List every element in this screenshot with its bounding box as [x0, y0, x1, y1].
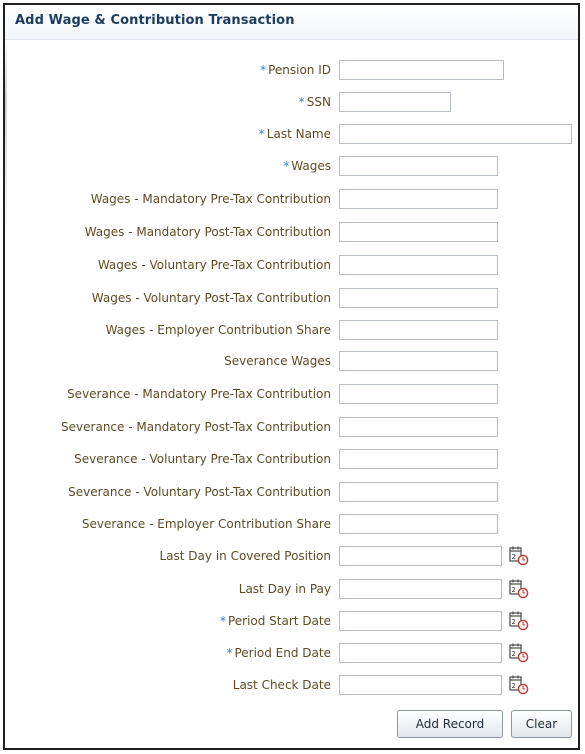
field-row-severance-mandatory-post-tax: Severance - Mandatory Post-Tax Contribut…: [5, 417, 578, 439]
field-row-severance-employer-share: Severance - Employer Contribution Share: [5, 514, 578, 536]
calendar-clock-icon[interactable]: 2: [508, 643, 530, 663]
required-marker: *: [283, 159, 290, 173]
field-row-wages-voluntary-post-tax: Wages - Voluntary Post-Tax Contribution: [5, 288, 578, 310]
field-row-last-check: Last Check Date 2: [5, 675, 578, 697]
last-name-label: * Last Name: [258, 127, 331, 141]
period-end-input[interactable]: [339, 643, 502, 663]
wages-voluntary-post-tax-label: Wages - Voluntary Post-Tax Contribution: [91, 291, 331, 305]
field-row-period-start: * Period Start Date 2: [5, 611, 578, 633]
calendar-clock-icon[interactable]: 2: [508, 675, 530, 695]
svg-text:2: 2: [512, 586, 516, 594]
field-row-severance-voluntary-post-tax: Severance - Voluntary Post-Tax Contribut…: [5, 482, 578, 504]
severance-employer-share-label: Severance - Employer Contribution Share: [81, 517, 331, 531]
field-row-wages: * Wages: [5, 156, 578, 178]
field-row-ssn: * SSN: [5, 92, 578, 114]
last-check-input[interactable]: [339, 675, 502, 695]
pension-id-label: * Pension ID: [260, 63, 331, 77]
wages-mandatory-pre-tax-label: Wages - Mandatory Pre-Tax Contribution: [90, 192, 331, 206]
required-marker: *: [260, 63, 267, 77]
required-marker: *: [219, 614, 226, 628]
calendar-clock-icon[interactable]: 2: [508, 579, 530, 599]
severance-mandatory-post-tax-input[interactable]: [339, 417, 498, 437]
severance-voluntary-post-tax-input[interactable]: [339, 482, 498, 502]
severance-voluntary-post-tax-label: Severance - Voluntary Post-Tax Contribut…: [68, 485, 331, 499]
required-marker: *: [258, 127, 265, 141]
severance-wages-label: Severance Wages: [224, 354, 331, 368]
clear-button[interactable]: Clear: [511, 710, 572, 738]
last-day-covered-input[interactable]: [339, 546, 502, 566]
last-day-pay-label: Last Day in Pay: [238, 582, 331, 596]
ssn-label: * SSN: [298, 95, 331, 109]
panel-header: Add Wage & Contribution Transaction: [5, 5, 578, 40]
svg-text:2: 2: [512, 553, 516, 561]
svg-text:2: 2: [512, 618, 516, 626]
wages-voluntary-post-tax-input[interactable]: [339, 288, 498, 308]
field-row-severance-wages: Severance Wages: [5, 351, 578, 373]
field-row-severance-voluntary-pre-tax: Severance - Voluntary Pre-Tax Contributi…: [5, 449, 578, 471]
wages-employer-share-input[interactable]: [339, 320, 498, 340]
period-end-label: * Period End Date: [226, 646, 331, 660]
calendar-clock-icon[interactable]: 2: [508, 611, 530, 631]
required-marker: *: [226, 646, 233, 660]
severance-wages-input[interactable]: [339, 351, 498, 371]
field-row-wages-mandatory-post-tax: Wages - Mandatory Post-Tax Contribution: [5, 222, 578, 244]
last-check-label: Last Check Date: [232, 678, 331, 692]
field-row-wages-mandatory-pre-tax: Wages - Mandatory Pre-Tax Contribution: [5, 189, 578, 211]
field-row-period-end: * Period End Date 2: [5, 643, 578, 665]
severance-mandatory-pre-tax-input[interactable]: [339, 384, 498, 404]
wages-mandatory-pre-tax-input[interactable]: [339, 189, 498, 209]
wages-voluntary-pre-tax-input[interactable]: [339, 255, 498, 275]
wages-label: * Wages: [283, 159, 331, 173]
severance-voluntary-pre-tax-label: Severance - Voluntary Pre-Tax Contributi…: [74, 452, 331, 466]
last-day-covered-label: Last Day in Covered Position: [159, 549, 332, 563]
panel-title: Add Wage & Contribution Transaction: [15, 13, 295, 28]
add-record-button[interactable]: Add Record: [397, 710, 503, 738]
severance-mandatory-pre-tax-label: Severance - Mandatory Pre-Tax Contributi…: [67, 387, 331, 401]
field-row-wages-employer-share: Wages - Employer Contribution Share: [5, 320, 578, 342]
field-row-last-name: * Last Name: [5, 124, 578, 146]
severance-employer-share-input[interactable]: [339, 514, 498, 534]
wages-employer-share-label: Wages - Employer Contribution Share: [105, 323, 331, 337]
wages-voluntary-pre-tax-label: Wages - Voluntary Pre-Tax Contribution: [97, 258, 331, 272]
wages-mandatory-post-tax-label: Wages - Mandatory Post-Tax Contribution: [84, 225, 331, 239]
period-start-input[interactable]: [339, 611, 502, 631]
field-row-last-day-pay: Last Day in Pay 2: [5, 579, 578, 601]
required-marker: *: [298, 95, 305, 109]
field-row-last-day-covered: Last Day in Covered Position 2: [5, 546, 578, 568]
calendar-clock-icon[interactable]: 2: [508, 546, 530, 566]
svg-text:2: 2: [512, 682, 516, 690]
field-row-wages-voluntary-pre-tax: Wages - Voluntary Pre-Tax Contribution: [5, 255, 578, 277]
pension-id-input[interactable]: [339, 60, 504, 80]
period-start-label: * Period Start Date: [219, 614, 331, 628]
wages-input[interactable]: [339, 156, 498, 176]
svg-text:2: 2: [512, 650, 516, 658]
last-day-pay-input[interactable]: [339, 579, 502, 599]
severance-voluntary-pre-tax-input[interactable]: [339, 449, 498, 469]
transaction-form-panel: Add Wage & Contribution Transaction * Pen…: [3, 3, 580, 750]
wages-mandatory-post-tax-input[interactable]: [339, 222, 498, 242]
ssn-input[interactable]: [339, 92, 451, 112]
severance-mandatory-post-tax-label: Severance - Mandatory Post-Tax Contribut…: [61, 420, 331, 434]
last-name-input[interactable]: [339, 124, 572, 144]
field-row-severance-mandatory-pre-tax: Severance - Mandatory Pre-Tax Contributi…: [5, 384, 578, 406]
field-row-pension-id: * Pension ID: [5, 60, 578, 82]
